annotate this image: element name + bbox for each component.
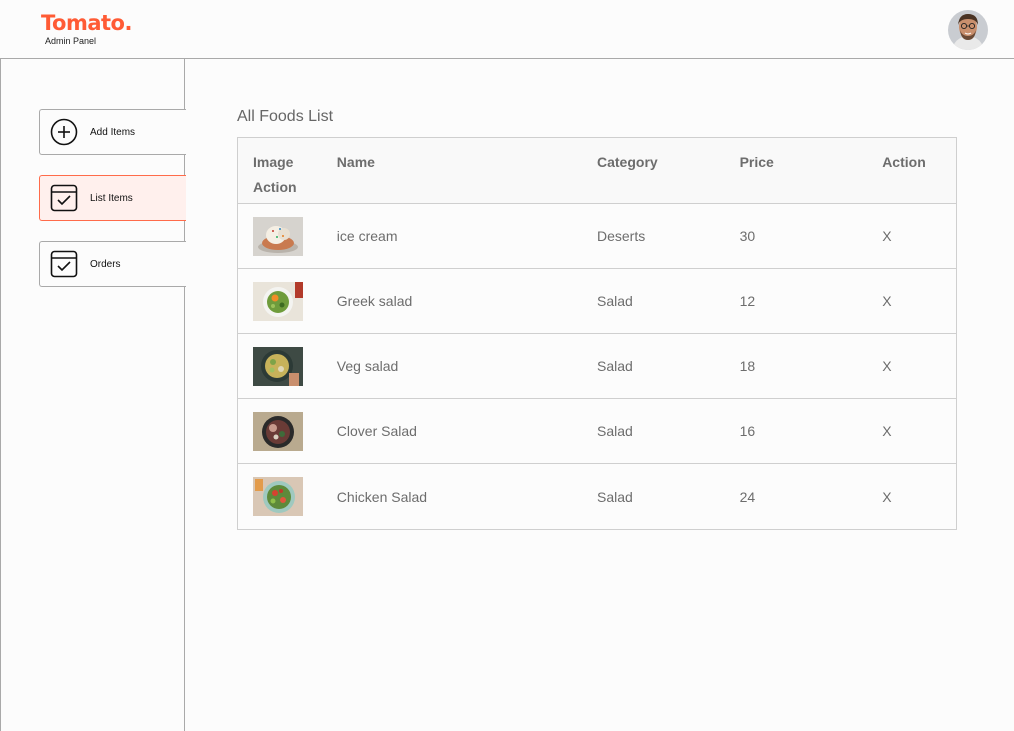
food-price: 30 [739, 228, 756, 244]
food-name: Veg salad [336, 358, 399, 374]
food-price: 24 [739, 488, 756, 505]
food-category: Salad [597, 423, 633, 439]
food-category: Salad [597, 488, 633, 505]
food-image [253, 411, 303, 451]
column-header-category: Category [597, 154, 658, 170]
logo-subtitle: Admin Panel [45, 36, 97, 46]
sidebar-item-add-items[interactable]: Add Items [39, 109, 186, 155]
food-price: 18 [739, 358, 756, 374]
food-name: Greek salad [336, 293, 413, 309]
food-list-page: All Foods List Image Action Name Categor… [237, 107, 957, 530]
profile-photo-icon [948, 10, 988, 50]
sidebar-item-label: List Items [90, 192, 133, 204]
food-name: Clover Salad [336, 423, 417, 439]
avatar[interactable] [948, 10, 988, 50]
food-category: Salad [597, 293, 633, 309]
table-row: ice cream Deserts 30 X [238, 204, 956, 269]
table-header: Image Action Name Category Price Action [238, 138, 956, 204]
table-row: Chicken Salad Salad 24 X [238, 464, 956, 529]
column-header-price: Price [739, 154, 774, 170]
column-header-image: Image Action [253, 154, 297, 195]
food-list-table: Image Action Name Category Price Action [237, 137, 957, 530]
food-name: Chicken Salad [336, 488, 428, 505]
table-row: Veg salad Salad 18 X [238, 334, 956, 399]
food-image [253, 216, 303, 256]
calendar-check-icon [50, 184, 78, 212]
calendar-check-icon [50, 250, 78, 278]
food-category: Salad [597, 358, 633, 374]
column-header-name: Name [336, 154, 375, 170]
remove-item-button[interactable]: X [882, 293, 941, 309]
logo[interactable]: Tomato. Admin Panel [41, 10, 132, 46]
food-category: Deserts [597, 228, 646, 244]
column-header-action: Action [882, 154, 926, 170]
food-price: 16 [739, 423, 756, 439]
navbar: Tomato. Admin Panel [0, 0, 1014, 59]
sidebar-item-label: Orders [90, 258, 121, 270]
sidebar: Add Items List Items Orders [0, 59, 186, 731]
sidebar-item-label: Add Items [90, 126, 136, 138]
remove-item-button[interactable]: X [882, 228, 941, 244]
add-circle-icon [50, 118, 78, 146]
food-name: ice cream [336, 228, 398, 244]
table-row: Greek salad Salad 12 X [238, 269, 956, 334]
food-image [253, 346, 303, 386]
food-price: 12 [739, 293, 756, 309]
page-title: All Foods List [237, 108, 334, 125]
food-image [253, 477, 303, 516]
remove-item-button[interactable]: X [882, 423, 941, 439]
remove-item-button[interactable]: X [882, 358, 941, 374]
remove-item-button[interactable]: X [882, 489, 941, 505]
sidebar-item-orders[interactable]: Orders [39, 241, 186, 287]
logo-title: Tomato. [41, 11, 132, 35]
sidebar-item-list-items[interactable]: List Items [39, 175, 186, 221]
food-image [253, 281, 303, 321]
table-row: Clover Salad Salad 16 X [238, 399, 956, 464]
